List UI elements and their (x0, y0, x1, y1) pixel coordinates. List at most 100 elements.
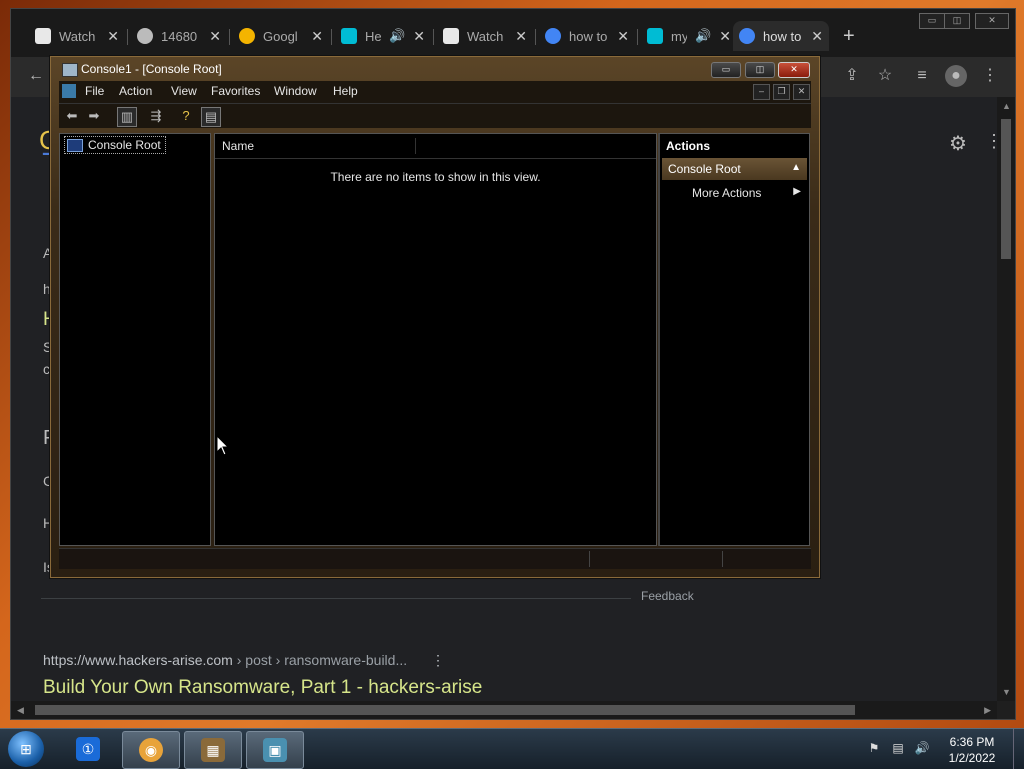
settings-gear-icon[interactable]: ⚙ (949, 131, 967, 156)
network-icon[interactable]: ▤ (890, 741, 906, 757)
maximize-button[interactable]: ◫ (745, 62, 775, 78)
child-restore-button[interactable]: ❐ (773, 84, 790, 100)
close-icon[interactable]: ✕ (811, 28, 823, 45)
taskbar-app-mmc[interactable]: ▣ (246, 731, 304, 769)
feedback-link[interactable]: Feedback (641, 589, 694, 603)
tab-watch-1[interactable]: Watch ✕ (29, 21, 125, 51)
close-icon[interactable]: ✕ (209, 28, 221, 45)
youtube-icon (341, 28, 357, 44)
reading-list-icon[interactable]: ≡ (911, 65, 933, 87)
actions-heading: Actions (666, 139, 711, 153)
scroll-thumb[interactable] (35, 705, 855, 715)
tree-pane: Console Root (59, 133, 211, 546)
title-bar[interactable]: Console1 - [Console Root] ▭ ◫ ✕ (51, 57, 819, 83)
status-bar (59, 548, 811, 569)
close-icon[interactable]: ✕ (107, 28, 119, 45)
status-divider (722, 551, 723, 567)
result-title-link[interactable]: Build Your Own Ransomware, Part 1 - hack… (43, 677, 482, 699)
vertical-scrollbar[interactable]: ▲ ▼ (997, 97, 1015, 701)
result-url[interactable]: https://www.hackers-arise.com › post › r… (43, 652, 445, 669)
tab-label: Googl (263, 28, 298, 44)
youtube-icon (647, 28, 663, 44)
menu-help[interactable]: Help (333, 84, 358, 98)
close-icon[interactable]: ✕ (413, 28, 425, 45)
more-actions-item[interactable]: More Actions (692, 186, 761, 200)
show-desktop-button[interactable] (1013, 729, 1024, 769)
windows-logo-icon: ⊞ (20, 741, 32, 757)
menu-action[interactable]: Action (119, 84, 152, 98)
console-app-icon[interactable] (62, 84, 76, 98)
back-arrow-icon[interactable]: ⬅ (63, 107, 81, 125)
scroll-right-icon[interactable]: ▶ (984, 705, 991, 716)
taskbar-app-control-panel[interactable]: ▦ (184, 731, 242, 769)
apps-menu-icon[interactable]: ⋮ (985, 131, 997, 152)
close-button[interactable]: ✕ (778, 62, 810, 78)
tab-label: 14680 (161, 28, 198, 44)
horizontal-scrollbar[interactable]: ◀ ▶ (11, 701, 997, 719)
tab-youtube-my[interactable]: my 🔊 ✕ (641, 21, 737, 51)
show-hide-action-pane-icon[interactable]: ▤ (201, 107, 221, 127)
mmc-icon: ▣ (263, 738, 287, 762)
taskbar-app-1password[interactable]: ① (60, 731, 116, 767)
child-minimize-button[interactable]: – (753, 84, 770, 100)
collapse-icon[interactable]: ▲ (791, 162, 801, 173)
close-icon[interactable]: ✕ (515, 28, 527, 45)
console-toolbar: ⬅ ➡ ▥ ⇶ ? ▤ (59, 103, 811, 128)
network-warning-icon[interactable]: ⚑ (866, 741, 882, 757)
tab-how-to-2[interactable]: how to ✕ (733, 21, 829, 51)
browser-minimize-button[interactable]: ▭ (919, 13, 945, 29)
menu-favorites[interactable]: Favorites (211, 84, 260, 98)
column-divider[interactable] (415, 138, 416, 154)
close-icon[interactable]: ✕ (719, 28, 731, 45)
results-pane: Name There are no items to show in this … (214, 133, 657, 546)
system-clock[interactable]: 6:36 PM 1/2/2022 (940, 734, 1004, 766)
scroll-down-icon[interactable]: ▼ (1002, 687, 1011, 697)
tab-label: He (365, 28, 382, 44)
minimize-button[interactable]: ▭ (711, 62, 741, 78)
mouse-pointer-icon (216, 435, 230, 456)
volume-icon[interactable]: 🔊 (914, 741, 930, 757)
tab-watch-2[interactable]: Watch ✕ (437, 21, 533, 51)
tab-google-lens[interactable]: Googl ✕ (233, 21, 329, 51)
scroll-up-icon[interactable]: ▲ (1002, 101, 1011, 111)
more-options-icon[interactable]: ⋮ (431, 652, 445, 668)
export-list-icon[interactable]: ⇶ (147, 107, 165, 125)
bookmark-star-icon[interactable]: ☆ (874, 65, 896, 87)
menu-view[interactable]: View (171, 84, 197, 98)
menu-file[interactable]: File (85, 84, 104, 98)
close-icon[interactable]: ✕ (617, 28, 629, 45)
forward-arrow-icon[interactable]: ➡ (85, 107, 103, 125)
chrome-icon: ◉ (139, 738, 163, 762)
close-icon[interactable]: ✕ (311, 28, 323, 45)
speaker-icon: 🔊 (389, 28, 406, 43)
tab-how-to-1[interactable]: how to ✕ (539, 21, 635, 51)
divider (41, 598, 631, 599)
start-button[interactable]: ⊞ (8, 731, 44, 767)
actions-section-label: Console Root (668, 162, 741, 176)
tab-label: my (671, 28, 688, 44)
show-hide-tree-icon[interactable]: ▥ (117, 107, 137, 127)
scroll-left-icon[interactable]: ◀ (17, 705, 24, 716)
column-header-name[interactable]: Name (222, 139, 254, 153)
menu-icon[interactable]: ⋮ (979, 65, 1001, 87)
status-divider (589, 551, 590, 567)
actions-section-console-root[interactable]: Console Root ▲ (662, 158, 807, 180)
profile-icon[interactable]: ● (945, 65, 967, 87)
menu-window[interactable]: Window (274, 84, 317, 98)
tab-label: Watch (467, 28, 504, 44)
child-close-button[interactable]: ✕ (793, 84, 810, 100)
taskbar-app-chrome[interactable]: ◉ (122, 731, 180, 769)
browser-close-button[interactable]: ✕ (975, 13, 1009, 29)
scroll-thumb[interactable] (1001, 119, 1011, 259)
folder-icon (67, 138, 83, 152)
tree-node-console-root[interactable]: Console Root (64, 136, 166, 154)
google-icon (545, 28, 561, 44)
browser-maximize-button[interactable]: ◫ (944, 13, 970, 29)
tab-14680[interactable]: 14680 ✕ (131, 21, 227, 51)
new-tab-button[interactable]: + (843, 25, 855, 48)
help-icon[interactable]: ? (177, 107, 195, 125)
back-icon[interactable]: ← (25, 65, 47, 87)
share-icon[interactable]: ⇪ (841, 65, 863, 87)
window-title: Console1 - [Console Root] (81, 62, 222, 76)
tab-youtube-he[interactable]: He 🔊 ✕ (335, 21, 431, 51)
